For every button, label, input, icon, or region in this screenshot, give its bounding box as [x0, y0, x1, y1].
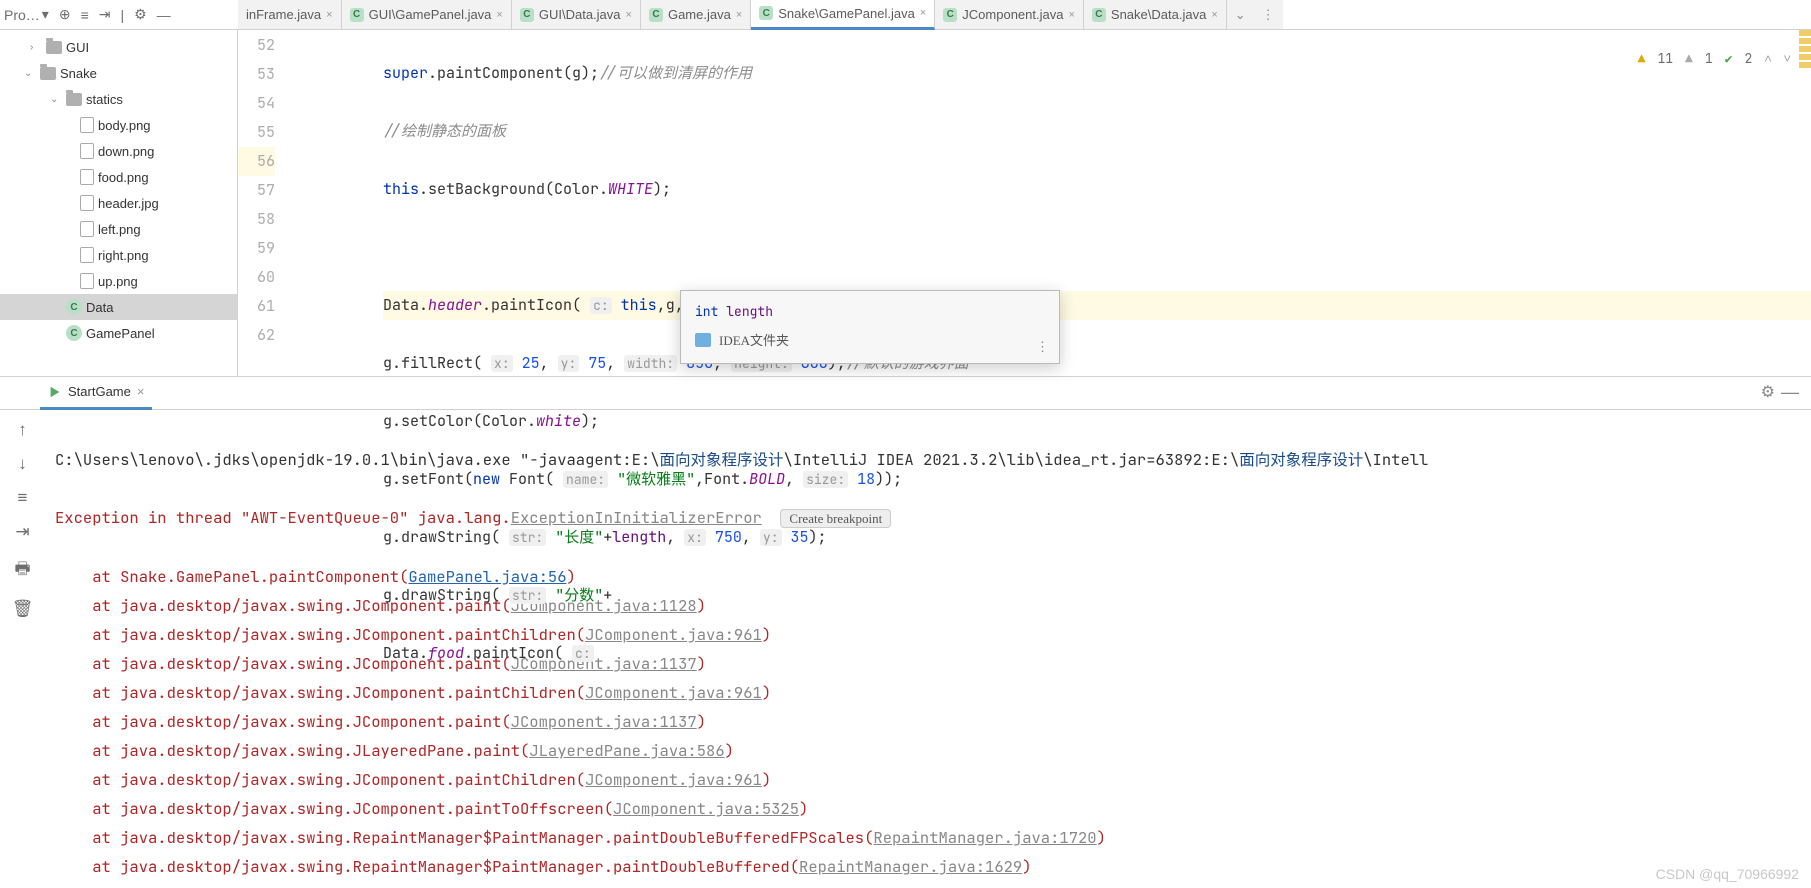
close-icon[interactable]: × [496, 9, 502, 21]
quick-doc-popup[interactable]: int length IDEA文件夹 ⋮ [680, 290, 1060, 364]
close-icon[interactable]: × [920, 7, 926, 19]
tab-gui-data[interactable]: CGUI\Data.java× [512, 0, 641, 30]
class-icon: C [66, 299, 82, 315]
class-icon: C [520, 8, 534, 22]
tree-file[interactable]: left.png [0, 216, 237, 242]
stack-link[interactable]: JComponent.java:5325 [613, 798, 799, 819]
chevron-down-icon: ⌄ [50, 94, 62, 105]
tree-folder-statics[interactable]: ⌄statics [0, 86, 237, 112]
class-icon: C [759, 6, 773, 20]
settings-icon[interactable]: ⚙ [134, 6, 147, 23]
run-icon [48, 385, 62, 399]
tree-file[interactable]: body.png [0, 112, 237, 138]
minimize-icon[interactable]: — [1781, 382, 1799, 403]
tab-snake-data[interactable]: CSnake\Data.java× [1084, 0, 1227, 30]
stack-link[interactable]: RepaintManager.java:1629 [799, 856, 1022, 877]
close-icon[interactable]: × [1211, 9, 1217, 21]
file-icon [80, 247, 94, 263]
error-stripe[interactable] [1799, 30, 1811, 376]
close-icon[interactable]: × [736, 9, 742, 21]
tree-folder-snake[interactable]: ⌄Snake [0, 60, 237, 86]
ok-icon: ✔ [1725, 50, 1733, 67]
tree-file[interactable]: down.png [0, 138, 237, 164]
tree-file[interactable]: header.jpg [0, 190, 237, 216]
file-icon [80, 143, 94, 159]
stack-link[interactable]: JComponent.java:961 [585, 769, 762, 790]
gear-icon[interactable]: ⚙ [1761, 382, 1775, 402]
class-icon: C [649, 8, 663, 22]
popup-signature: int length [681, 299, 1059, 324]
tree-file[interactable]: food.png [0, 164, 237, 190]
stack-line: at java.desktop/javax.swing.RepaintManag… [55, 823, 1801, 852]
tab-game[interactable]: CGame.java× [641, 0, 751, 30]
folder-icon [46, 41, 62, 54]
chevron-down-icon[interactable]: ˅ [1784, 50, 1791, 67]
stack-link[interactable]: JLayeredPane.java:586 [529, 740, 724, 761]
stack-line: at java.desktop/javax.swing.JComponent.p… [55, 794, 1801, 823]
tree-class-data[interactable]: CData [0, 294, 237, 320]
editor-tabs: inFrame.java× CGUI\GamePanel.java× CGUI\… [238, 0, 1283, 30]
close-icon[interactable]: × [137, 384, 145, 399]
file-icon [80, 169, 94, 185]
weak-warning-icon: ▲ [1685, 50, 1693, 67]
rerun-icon[interactable]: ↑ [18, 420, 27, 440]
filter-icon[interactable]: ⇥ [15, 522, 29, 542]
class-icon: C [66, 325, 82, 341]
run-tab-startgame[interactable]: StartGame × [40, 376, 152, 410]
tree-file[interactable]: up.png [0, 268, 237, 294]
stop-icon[interactable]: ↓ [18, 454, 27, 474]
chevron-up-icon[interactable]: ˄ [1764, 50, 1771, 67]
tab-inframe[interactable]: inFrame.java× [238, 0, 342, 30]
tree-folder-gui[interactable]: ›GUI [0, 34, 237, 60]
tabs-dropdown-icon[interactable]: ⌄ [1227, 7, 1254, 23]
close-icon[interactable]: × [326, 9, 332, 21]
stack-line: at java.desktop/javax.swing.RepaintManag… [55, 852, 1801, 881]
console-toolbar: ↑ ↓ ≡ ⇥ 🖶 🗑 [0, 410, 45, 888]
line-gutter: 52535455 56575859606162 [238, 30, 293, 376]
tabs-more-icon[interactable]: ⋮ [1254, 7, 1283, 23]
tab-snake-gamepanel[interactable]: CSnake\GamePanel.java× [751, 0, 935, 30]
class-icon: C [943, 8, 957, 22]
file-icon [80, 117, 94, 133]
popup-location[interactable]: IDEA文件夹 [681, 324, 1059, 355]
warning-icon: ▲ [1638, 50, 1646, 67]
more-icon[interactable]: ⋮ [1036, 338, 1049, 355]
tree-file[interactable]: right.png [0, 242, 237, 268]
inspection-badges[interactable]: ▲11 ▲1 ✔2 ˄ ˅ [1638, 50, 1791, 67]
class-icon: C [1092, 8, 1106, 22]
locate-icon[interactable]: ⊕ [59, 6, 71, 23]
collapse-icon[interactable]: ⇥ [99, 6, 111, 23]
chevron-right-icon: › [30, 42, 42, 53]
tab-jcomponent[interactable]: CJComponent.java× [935, 0, 1084, 30]
watermark: CSDN @qq_70966992 [1656, 866, 1799, 882]
stack-line: at java.desktop/javax.swing.JLayeredPane… [55, 736, 1801, 765]
tab-gui-gamepanel[interactable]: CGUI\GamePanel.java× [342, 0, 512, 30]
class-icon: C [350, 8, 364, 22]
file-icon [80, 195, 94, 211]
chevron-down-icon: ⌄ [24, 68, 36, 79]
folder-icon [695, 333, 711, 347]
stack-line: at java.desktop/javax.swing.JComponent.p… [55, 765, 1801, 794]
minimize-icon[interactable]: — [157, 7, 171, 23]
folder-icon [40, 67, 56, 80]
stack-link[interactable]: RepaintManager.java:1720 [873, 827, 1096, 848]
file-icon [80, 221, 94, 237]
trash-icon[interactable]: 🗑 [12, 599, 34, 619]
close-icon[interactable]: × [1068, 9, 1074, 21]
tree-class-gamepanel[interactable]: CGamePanel [0, 320, 237, 346]
file-icon [80, 273, 94, 289]
close-icon[interactable]: × [626, 9, 632, 21]
folder-icon [66, 93, 82, 106]
expand-icon[interactable]: ≡ [81, 7, 89, 23]
divider: | [120, 7, 124, 23]
project-dropdown[interactable]: Pro…▾ [4, 6, 49, 23]
layout-icon[interactable]: ≡ [18, 488, 28, 508]
project-tree: ›GUI ⌄Snake ⌄statics body.png down.png f… [0, 30, 238, 376]
print-icon[interactable]: 🖶 [14, 556, 30, 585]
